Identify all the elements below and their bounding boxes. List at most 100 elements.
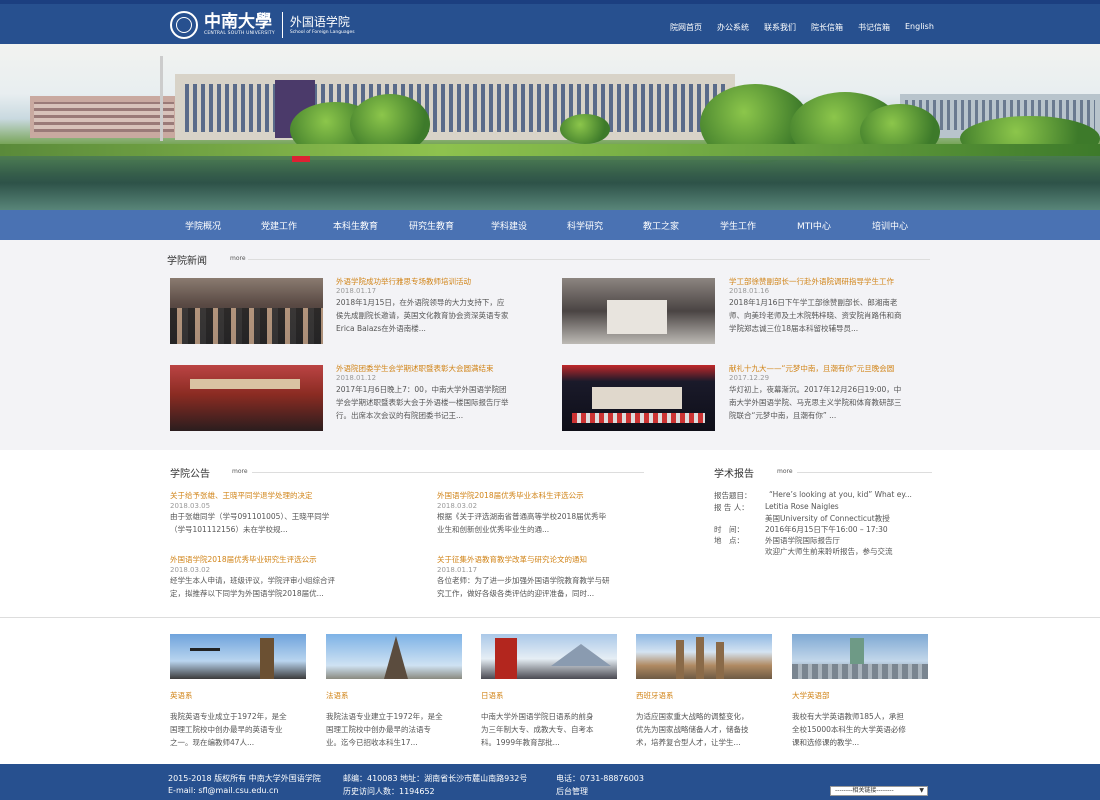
main-nav-students[interactable]: 学生工作 — [720, 219, 756, 232]
top-nav-contact[interactable]: 联系我们 — [764, 22, 796, 33]
footer-address: 邮编：410083 地址：湖南省长沙市麓山南路932号 — [343, 774, 528, 783]
notice-title-1[interactable]: 关于给予张雄、王晓平同学退学处理的决定 — [170, 490, 313, 501]
dept-desc-english: 我院英语专业成立于1972年，是全 国理工院校中创办最早的英语专业 之一。现在编教师… — [170, 712, 287, 747]
news-excerpt-3: 2017年1月6日晚上7：00，中南大学外国语学院团 学会学期述职暨表彰大会于外语… — [336, 385, 509, 420]
report-time: 2016年6月15日下午16:00 – 17:30 — [765, 525, 888, 534]
news-photo-3[interactable] — [170, 365, 323, 431]
campus-banner-image — [0, 44, 1100, 210]
footer-email[interactable]: E-mail: sfl@mail.csu.edu.cn — [168, 786, 278, 795]
notice-date-2: 2018.03.02 — [437, 502, 478, 510]
dept-name-college-english[interactable]: 大学英语部 — [792, 690, 830, 701]
report-speaker-affiliation: 美国University of Connecticut教授 — [765, 514, 890, 523]
main-nav-staff[interactable]: 教工之家 — [643, 219, 679, 232]
top-nav-secretary-mailbox[interactable]: 书记信箱 — [858, 22, 890, 33]
news-photo-2[interactable] — [562, 278, 715, 344]
dept-name-en: School of Foreign Languages — [289, 30, 355, 35]
dept-desc-college-english: 我校有大学英语教师185人，承担 全校15000本科生的大学英语必修 课和选修课的教… — [792, 712, 906, 747]
top-nav-english[interactable]: English — [905, 22, 934, 33]
notice-title-4[interactable]: 关于征集外语教育教学改革与研究论文的通知 — [437, 554, 587, 565]
report-topic[interactable]: “Here’s looking at you, kid” What ey... — [769, 490, 912, 499]
university-seal-icon — [170, 11, 198, 39]
news-excerpt-2: 2018年1月16日下午学工部徐赞副部长、郎湘南老 师、向美玲老师及土木院韩梓晓、… — [729, 298, 902, 333]
logo-separator — [281, 12, 283, 38]
university-logo[interactable]: 中南大學 CENTRAL SOUTH UNIVERSITY 外国语学院 Scho… — [170, 11, 355, 39]
news-title-3[interactable]: 外语院团委学生会学期述职暨表彰大会圆满结束 — [336, 363, 494, 374]
dept-name-english[interactable]: 英语系 — [170, 690, 193, 701]
news-title-1[interactable]: 外语学院成功举行雅思专场教师培训活动 — [336, 276, 471, 287]
news-divider — [248, 259, 930, 260]
dept-name-spanish[interactable]: 西班牙语系 — [636, 690, 674, 701]
notices-reports-section: 学院公告 more 关于给予张雄、王晓平同学退学处理的决定 2018.03.05… — [0, 450, 1100, 618]
notice-excerpt-2: 根据《关于评选湖南省普通高等学校2018届优秀毕 业生和创新创业优秀毕业生的通..… — [437, 512, 607, 534]
reports-title: 学术报告 — [714, 469, 754, 480]
news-photo-1[interactable] — [170, 278, 323, 344]
dept-name-japanese[interactable]: 日语系 — [481, 690, 504, 701]
top-nav-home[interactable]: 院网首页 — [670, 22, 702, 33]
dept-photo-japanese[interactable] — [481, 634, 617, 679]
news-section: 学院新闻 more 外语学院成功举行雅思专场教师培训活动 2018.01.17 … — [0, 240, 1100, 450]
notices-divider — [252, 472, 644, 473]
reports-more-link[interactable]: more — [777, 468, 793, 475]
related-links-select[interactable]: --------相关链接-------- ▼ — [830, 786, 928, 796]
news-date-3: 2018.01.12 — [336, 374, 377, 382]
dept-photo-spanish[interactable] — [636, 634, 772, 679]
main-nav-research[interactable]: 科学研究 — [567, 219, 603, 232]
report-place: 外国语学院国际报告厅 — [765, 536, 840, 545]
report-topic-label: 报告题目： — [714, 491, 752, 500]
chevron-down-icon: ▼ — [919, 787, 924, 794]
notice-excerpt-1: 由于张雄同学（学号091101005）、王晓平同学 （学号101112156）未在… — [170, 512, 330, 534]
news-date-1: 2018.01.17 — [336, 287, 377, 295]
news-title-4[interactable]: 献礼十九大——“元梦中南，且潮有你”元旦晚会圆 — [729, 363, 894, 374]
dept-photo-french[interactable] — [326, 634, 462, 679]
notice-date-3: 2018.03.02 — [170, 566, 211, 574]
main-nav-training[interactable]: 培训中心 — [872, 219, 908, 232]
main-nav-graduate[interactable]: 研究生教育 — [409, 219, 454, 232]
dept-name-cn: 外国语学院 — [289, 15, 350, 29]
footer-phone: 电话：0731-88876003 — [556, 774, 644, 783]
report-time-label: 时 间： — [714, 525, 744, 534]
dept-photo-college-english[interactable] — [792, 634, 928, 679]
dept-desc-japanese: 中南大学外国语学院日语系的前身 为三年制大专、成教大专、自考本 科。1999年教育部… — [481, 712, 594, 747]
notice-date-4: 2018.01.17 — [437, 566, 478, 574]
notice-title-3[interactable]: 外国语学院2018届优秀毕业研究生评选公示 — [170, 554, 317, 565]
main-nav-undergrad[interactable]: 本科生教育 — [333, 219, 378, 232]
report-speaker: Letitia Rose Naigles — [765, 502, 839, 511]
top-nav-office[interactable]: 办公系统 — [717, 22, 749, 33]
dept-name-french[interactable]: 法语系 — [326, 690, 349, 701]
news-excerpt-1: 2018年1月15日，在外语院领导的大力支持下，应 侯先成副院长邀请，英国文化教育… — [336, 298, 509, 333]
footer-copyright: 2015-2018 版权所有 中南大学外国语学院 — [168, 774, 321, 783]
news-date-4: 2017.12.29 — [729, 374, 770, 382]
notice-excerpt-3: 经学生本人申请，班级评议，学院评审小组综合评 定，拟推荐以下同学为外国语学院201… — [170, 576, 335, 598]
main-nav-discipline[interactable]: 学科建设 — [491, 219, 527, 232]
notices-more-link[interactable]: more — [232, 468, 248, 475]
report-place-label: 地 点： — [714, 536, 744, 545]
news-date-2: 2018.01.16 — [729, 287, 770, 295]
notice-excerpt-4: 各位老师：为了进一步加强外国语学院教育教学与研 究工作，做好各级各类评估的迎评准备… — [437, 576, 610, 598]
site-footer: 2015-2018 版权所有 中南大学外国语学院 邮编：410083 地址：湖南… — [0, 764, 1100, 800]
lake — [0, 156, 1100, 210]
dept-photo-english[interactable] — [170, 634, 306, 679]
main-nav-overview[interactable]: 学院概况 — [185, 219, 221, 232]
reports-divider — [797, 472, 932, 473]
related-links-label: --------相关链接-------- — [835, 787, 894, 794]
news-title: 学院新闻 — [167, 256, 207, 267]
news-excerpt-4: 华灯初上，夜幕渐沉。2017年12月26日19:00，中 南大学外国语学院、马克思… — [729, 385, 902, 420]
footer-admin-link[interactable]: 后台管理 — [556, 786, 588, 797]
news-title-2[interactable]: 学工部徐赞副部长一行赴外语院调研指导学生工作 — [729, 276, 894, 287]
main-nav-mti[interactable]: MTI中心 — [797, 219, 831, 232]
main-nav-party[interactable]: 党建工作 — [261, 219, 297, 232]
notices-title: 学院公告 — [170, 469, 210, 480]
footer-visits: 历史访问人数：1194652 — [343, 787, 435, 796]
main-nav: 学院概况 党建工作 本科生教育 研究生教育 学科建设 科学研究 教工之家 学生工… — [0, 210, 1100, 240]
notice-date-1: 2018.03.05 — [170, 502, 211, 510]
news-photo-4[interactable] — [562, 365, 715, 431]
departments-section: 英语系 我院英语专业成立于1972年，是全 国理工院校中创办最早的英语专业 之一。现… — [0, 619, 1100, 764]
site-header: 中南大學 CENTRAL SOUTH UNIVERSITY 外国语学院 Scho… — [0, 4, 1100, 44]
notice-title-2[interactable]: 外国语学院2018届优秀毕业本科生评选公示 — [437, 490, 584, 501]
news-more-link[interactable]: more — [230, 255, 246, 262]
dept-desc-french: 我院法语专业建立于1972年，是全 国理工院校中创办最早的法语专 业。迄今已招收本科… — [326, 712, 443, 747]
logo-text-en: CENTRAL SOUTH UNIVERSITY — [204, 31, 275, 36]
top-nav-dean-mailbox[interactable]: 院长信箱 — [811, 22, 843, 33]
report-welcome: 欢迎广大师生前来聆听报告，参与交流 — [765, 547, 893, 556]
report-speaker-label: 报 告 人： — [714, 503, 749, 512]
